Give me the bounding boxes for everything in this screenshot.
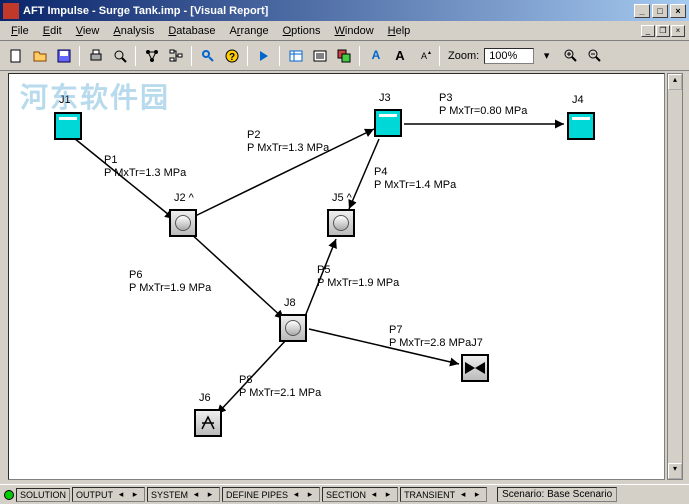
label-j5: J5 ^: [332, 192, 352, 204]
menu-view[interactable]: View: [69, 23, 107, 39]
svg-text:A: A: [395, 48, 405, 63]
menu-file[interactable]: File: [4, 23, 36, 39]
node-j2[interactable]: [169, 209, 197, 237]
pipe-label-p2: P2P MxTr=1.3 MPa: [247, 129, 329, 155]
tree-button[interactable]: [164, 44, 187, 67]
tab-transient[interactable]: TRANSIENT◂▸: [400, 487, 487, 502]
mdi-minimize[interactable]: _: [641, 25, 655, 37]
tab-solution[interactable]: SOLUTION: [16, 488, 70, 502]
label-j4: J4: [572, 94, 584, 106]
statusbar: SOLUTION OUTPUT◂▸ SYSTEM◂▸ DEFINE PIPES◂…: [0, 484, 689, 504]
menubar: File Edit View Analysis Database Arrange…: [0, 21, 689, 41]
pipe-label-p8: P8P MxTr=2.1 MPa: [239, 374, 321, 400]
open-button[interactable]: [28, 44, 51, 67]
print-button[interactable]: [84, 44, 107, 67]
toolbar: ? A A A▴ Zoom: 100% ▾: [0, 41, 689, 71]
new-button[interactable]: [4, 44, 27, 67]
zoom-label: Zoom:: [448, 50, 479, 62]
font-color-button[interactable]: A: [364, 44, 387, 67]
maximize-button[interactable]: □: [652, 4, 668, 18]
help-button[interactable]: ?: [220, 44, 243, 67]
svg-text:?: ?: [228, 52, 234, 63]
scroll-up-button[interactable]: ▴: [668, 74, 682, 90]
label-j6: J6: [199, 392, 211, 404]
zoom-dropdown[interactable]: ▾: [535, 44, 558, 67]
preview-button[interactable]: [108, 44, 131, 67]
node-j4[interactable]: [567, 112, 595, 140]
tab-section[interactable]: SECTION◂▸: [322, 487, 398, 502]
menu-analysis[interactable]: Analysis: [106, 23, 161, 39]
minimize-button[interactable]: _: [634, 4, 650, 18]
window-title: AFT Impulse - Surge Tank.imp - [Visual R…: [23, 5, 634, 17]
run-button[interactable]: [252, 44, 275, 67]
node-j1[interactable]: [54, 112, 82, 140]
node-j7[interactable]: [461, 354, 489, 382]
pipe-label-p3: P3P MxTr=0.80 MPa: [439, 92, 527, 118]
menu-help[interactable]: Help: [381, 23, 418, 39]
zoom-value[interactable]: 100%: [484, 48, 534, 64]
zoom-in-button[interactable]: [559, 44, 582, 67]
tab-system[interactable]: SYSTEM◂▸: [147, 487, 220, 502]
diagram-canvas[interactable]: J1 J2 ^ J3 J4 J5 ^ J6 J8 P1P MxTr=1.3 MP…: [8, 73, 665, 480]
list-button[interactable]: [308, 44, 331, 67]
status-indicator: [4, 490, 14, 500]
scenario-display: Scenario: Base Scenario: [497, 487, 617, 502]
menu-window[interactable]: Window: [328, 23, 381, 39]
close-button[interactable]: ×: [670, 4, 686, 18]
tab-define-pipes[interactable]: DEFINE PIPES◂▸: [222, 487, 320, 502]
node-j6[interactable]: [194, 409, 222, 437]
pipe-label-p1: P1P MxTr=1.3 MPa: [104, 154, 186, 180]
layers-button[interactable]: [332, 44, 355, 67]
pipe-label-p4: P4P MxTr=1.4 MPa: [374, 166, 456, 192]
font-small-button[interactable]: A▴: [412, 44, 435, 67]
menu-edit[interactable]: Edit: [36, 23, 69, 39]
svg-text:A: A: [420, 51, 426, 61]
font-big-button[interactable]: A: [388, 44, 411, 67]
tab-output[interactable]: OUTPUT◂▸: [72, 487, 145, 502]
app-icon: [3, 3, 19, 19]
window-controls: _ □ ×: [634, 4, 686, 18]
svg-text:A: A: [371, 48, 380, 62]
node-j5[interactable]: [327, 209, 355, 237]
menu-options[interactable]: Options: [276, 23, 328, 39]
label-j1: J1: [59, 94, 71, 106]
mdi-close[interactable]: ×: [671, 25, 685, 37]
scroll-down-button[interactable]: ▾: [668, 463, 682, 479]
svg-text:▴: ▴: [428, 50, 431, 56]
mdi-restore[interactable]: ❐: [656, 25, 670, 37]
zoom-out-button[interactable]: [583, 44, 606, 67]
label-j2: J2 ^: [174, 192, 194, 204]
table-button[interactable]: [284, 44, 307, 67]
node-j3[interactable]: [374, 109, 402, 137]
vertical-scrollbar[interactable]: ▴ ▾: [667, 73, 683, 480]
label-j3: J3: [379, 92, 391, 104]
menu-arrange[interactable]: Arrange: [222, 23, 275, 39]
label-j8: J8: [284, 297, 296, 309]
pipe-label-p6: P6P MxTr=1.9 MPa: [129, 269, 211, 295]
save-button[interactable]: [52, 44, 75, 67]
menu-database[interactable]: Database: [161, 23, 222, 39]
pipe-label-p5: P5P MxTr=1.9 MPa: [317, 264, 399, 290]
titlebar: AFT Impulse - Surge Tank.imp - [Visual R…: [0, 0, 689, 21]
node-j8[interactable]: [279, 314, 307, 342]
network-button[interactable]: [140, 44, 163, 67]
pipe-label-p7: P7P MxTr=2.8 MPaJ7: [389, 324, 483, 350]
find-button[interactable]: [196, 44, 219, 67]
